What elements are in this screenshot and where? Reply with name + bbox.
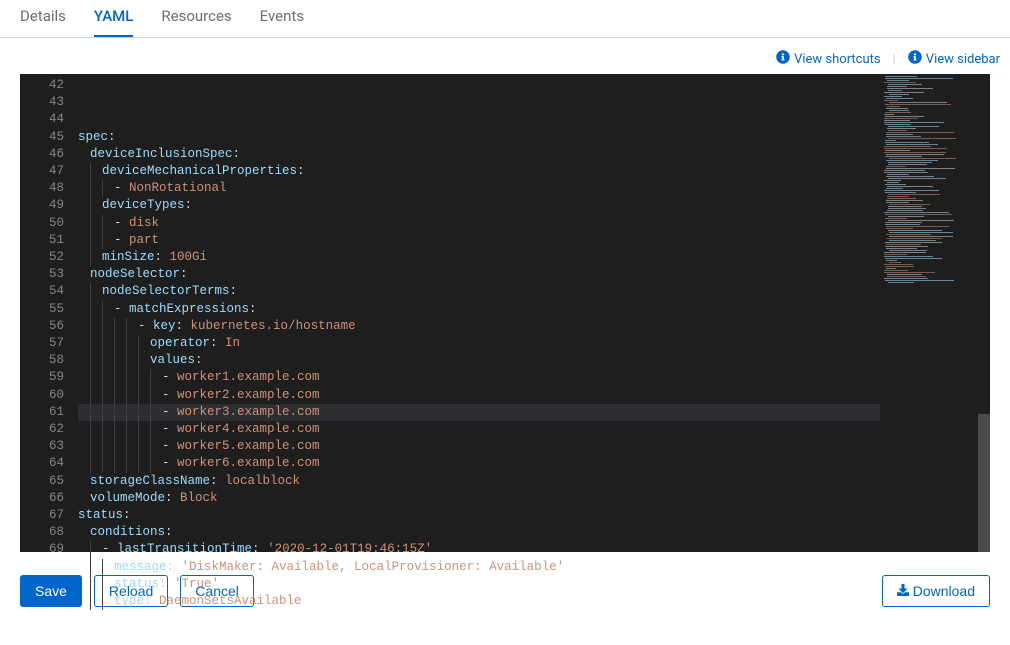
line-number: 53 bbox=[30, 266, 64, 283]
line-number: 67 bbox=[30, 507, 64, 524]
line-number: 54 bbox=[30, 283, 64, 300]
code-line: operator: In bbox=[78, 335, 880, 352]
view-shortcuts-label: View shortcuts bbox=[794, 52, 881, 67]
tab-bar: Details YAML Resources Events bbox=[0, 0, 1010, 38]
code-line: deviceMechanicalProperties: bbox=[78, 163, 880, 180]
line-number-gutter: 4243444546474849505152535455565758596061… bbox=[20, 74, 78, 552]
line-number: 52 bbox=[30, 249, 64, 266]
tab-events[interactable]: Events bbox=[260, 7, 304, 37]
code-line: message: 'DiskMaker: Available, LocalPro… bbox=[78, 559, 880, 576]
separator: | bbox=[893, 52, 896, 67]
download-label: Download bbox=[913, 583, 975, 599]
code-line: nodeSelector: bbox=[78, 266, 880, 283]
info-icon bbox=[908, 50, 922, 68]
line-number: 65 bbox=[30, 473, 64, 490]
code-line: values: bbox=[78, 352, 880, 369]
line-number: 45 bbox=[30, 129, 64, 146]
code-line: spec: bbox=[78, 129, 880, 146]
line-number: 68 bbox=[30, 524, 64, 541]
line-number: 60 bbox=[30, 387, 64, 404]
line-number: 61 bbox=[30, 404, 64, 421]
line-number: 63 bbox=[30, 438, 64, 455]
line-number: 59 bbox=[30, 369, 64, 386]
minimap-scrollbar[interactable] bbox=[978, 74, 990, 552]
code-line: volumeMode: Block bbox=[78, 490, 880, 507]
line-number: 50 bbox=[30, 215, 64, 232]
line-number: 66 bbox=[30, 490, 64, 507]
line-number: 58 bbox=[30, 352, 64, 369]
code-line: - NonRotational bbox=[78, 180, 880, 197]
line-number: 62 bbox=[30, 421, 64, 438]
code-area[interactable]: spec:deviceInclusionSpec:deviceMechanica… bbox=[78, 74, 880, 552]
code-line: - part bbox=[78, 232, 880, 249]
code-line: - matchExpressions: bbox=[78, 301, 880, 318]
view-sidebar-label: View sidebar bbox=[926, 52, 1000, 67]
line-number: 48 bbox=[30, 180, 64, 197]
tab-details[interactable]: Details bbox=[20, 7, 66, 37]
line-number: 55 bbox=[30, 301, 64, 318]
line-number: 49 bbox=[30, 197, 64, 214]
help-icon bbox=[776, 50, 790, 68]
code-line: nodeSelectorTerms: bbox=[78, 283, 880, 300]
line-number: 69 bbox=[30, 541, 64, 558]
minimap[interactable] bbox=[880, 74, 990, 552]
download-icon bbox=[897, 583, 913, 599]
code-line: conditions: bbox=[78, 524, 880, 541]
yaml-editor[interactable]: 4243444546474849505152535455565758596061… bbox=[20, 74, 990, 552]
code-line: type: DaemonSetsAvailable bbox=[78, 593, 880, 610]
download-button[interactable]: Download bbox=[882, 575, 990, 607]
line-number: 43 bbox=[30, 94, 64, 111]
tab-resources[interactable]: Resources bbox=[161, 7, 231, 37]
code-line: - worker5.example.com bbox=[78, 438, 880, 455]
code-line: - worker6.example.com bbox=[78, 455, 880, 472]
line-number: 57 bbox=[30, 335, 64, 352]
code-line: - lastTransitionTime: '2020-12-01T19:46:… bbox=[78, 541, 880, 558]
line-number: 42 bbox=[30, 77, 64, 94]
code-line: deviceTypes: bbox=[78, 197, 880, 214]
line-number: 64 bbox=[30, 455, 64, 472]
line-number: 46 bbox=[30, 146, 64, 163]
view-shortcuts-link[interactable]: View shortcuts bbox=[776, 50, 881, 68]
code-line: - worker3.example.com bbox=[78, 404, 880, 421]
code-line: storageClassName: localblock bbox=[78, 473, 880, 490]
code-line: - worker2.example.com bbox=[78, 387, 880, 404]
line-number: 56 bbox=[30, 318, 64, 335]
editor-links-row: View shortcuts | View sidebar bbox=[0, 38, 1010, 74]
line-number: 51 bbox=[30, 232, 64, 249]
code-line: minSize: 100Gi bbox=[78, 249, 880, 266]
save-button[interactable]: Save bbox=[20, 575, 82, 607]
code-line: - disk bbox=[78, 215, 880, 232]
tab-yaml[interactable]: YAML bbox=[94, 7, 134, 37]
code-line: - worker4.example.com bbox=[78, 421, 880, 438]
minimap-thumb[interactable] bbox=[978, 414, 990, 552]
code-line: deviceInclusionSpec: bbox=[78, 146, 880, 163]
code-line: status: 'True' bbox=[78, 576, 880, 593]
code-line: - key: kubernetes.io/hostname bbox=[78, 318, 880, 335]
line-number: 47 bbox=[30, 163, 64, 180]
code-line: - worker1.example.com bbox=[78, 369, 880, 386]
view-sidebar-link[interactable]: View sidebar bbox=[908, 50, 1000, 68]
line-number: 44 bbox=[30, 111, 64, 128]
code-line: status: bbox=[78, 507, 880, 524]
